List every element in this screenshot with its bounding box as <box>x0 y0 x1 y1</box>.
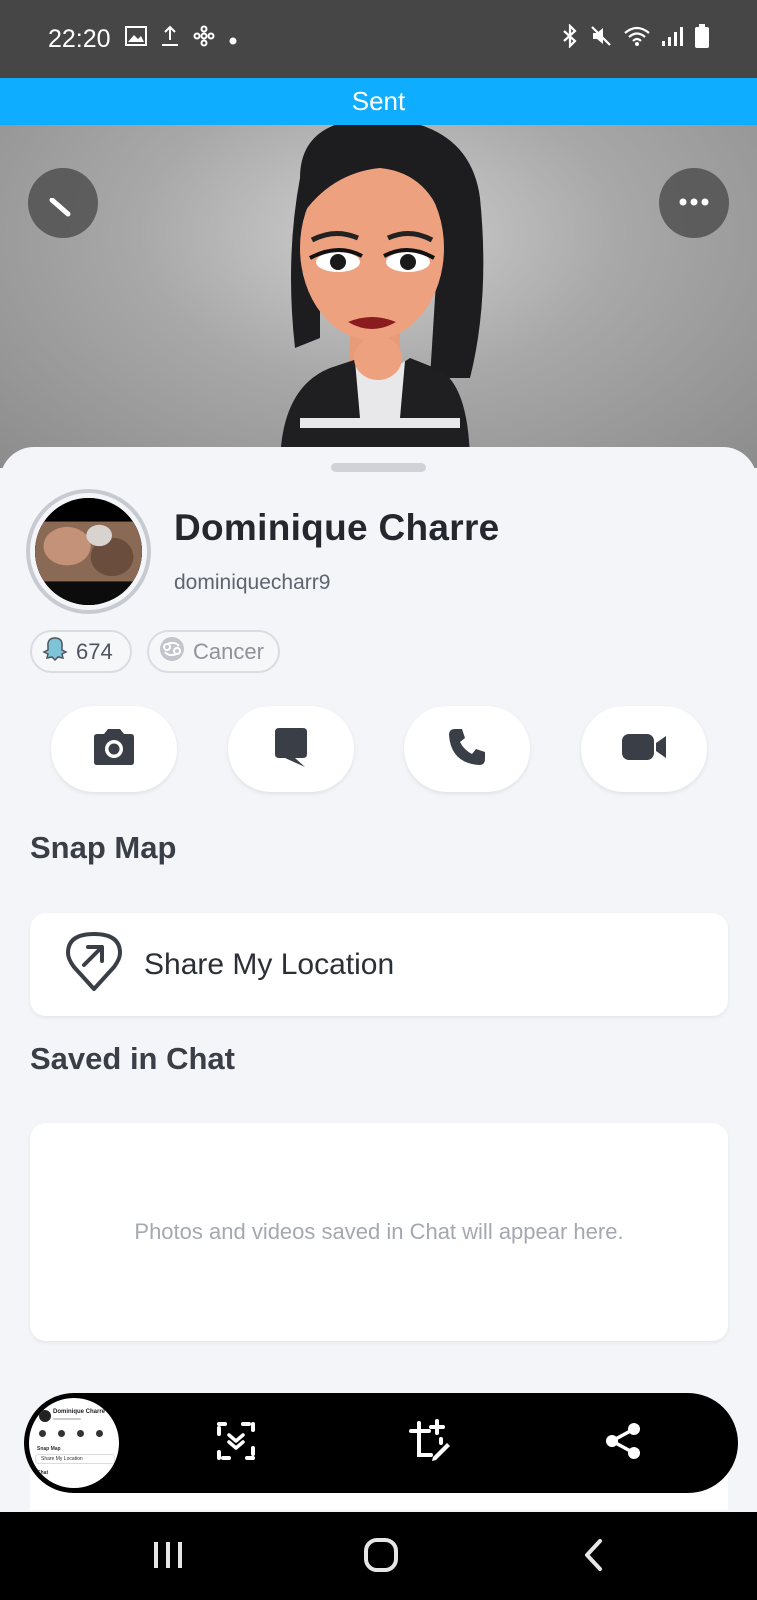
home-icon <box>363 1537 399 1578</box>
thumbnail-name: Dominique Charre <box>53 1409 106 1415</box>
avatar-photo <box>35 498 142 605</box>
status-bar: 22:20 <box>0 0 757 78</box>
thumbnail-avatar <box>39 1410 51 1422</box>
nav-back-button[interactable] <box>564 1534 624 1580</box>
recents-button[interactable] <box>138 1534 198 1580</box>
system-nav-bar <box>0 1512 757 1600</box>
chat-icon <box>271 726 311 773</box>
call-button[interactable] <box>404 706 530 792</box>
signal-icon <box>661 25 685 53</box>
gallery-icon <box>124 26 147 52</box>
snap-score-value: 674 <box>76 638 113 664</box>
saved-in-chat-title: Saved in Chat <box>30 1041 235 1076</box>
share-location-label: Share My Location <box>144 947 395 981</box>
profile-avatar[interactable] <box>26 489 151 614</box>
profile-username: dominiquecharr9 <box>174 571 331 594</box>
mute-icon <box>589 24 613 54</box>
saved-in-chat-card: Photos and videos saved in Chat will app… <box>30 1123 728 1341</box>
back-icon <box>582 1538 606 1577</box>
crop-edit-button[interactable] <box>404 1418 454 1468</box>
zodiac-label: Cancer <box>193 638 264 664</box>
recents-icon <box>151 1540 185 1575</box>
location-arrow-icon <box>66 931 122 998</box>
thumbnail-section: Snap Map <box>37 1446 61 1452</box>
profile-hero <box>0 78 757 468</box>
share-icon <box>603 1421 643 1466</box>
upload-icon <box>161 25 179 53</box>
more-options-button[interactable] <box>659 168 729 238</box>
video-call-button[interactable] <box>581 706 707 792</box>
thumbnail-chat: Chat <box>37 1470 49 1476</box>
phone-icon <box>447 727 487 772</box>
screenshot-thumbnail[interactable]: Dominique Charre Snap Map Share My Locat… <box>26 1395 122 1491</box>
crop-edit-icon <box>407 1418 451 1468</box>
status-left-icons <box>124 25 237 53</box>
dot-icon <box>229 28 237 51</box>
saved-empty-message: Photos and videos saved in Chat will app… <box>134 1219 624 1244</box>
profile-name: Dominique Charre <box>174 507 500 548</box>
snap-map-title: Snap Map <box>30 830 177 865</box>
home-button[interactable] <box>351 1534 411 1580</box>
drag-handle[interactable] <box>331 463 426 472</box>
cancer-zodiac-icon <box>159 636 185 668</box>
snap-score-pill[interactable]: 674 <box>30 630 132 673</box>
scan-button[interactable] <box>211 1418 261 1468</box>
zodiac-pill[interactable]: Cancer <box>147 630 280 673</box>
ghost-icon <box>42 636 68 668</box>
bitmoji-avatar <box>280 118 484 468</box>
thumbnail-location: Share My Location <box>41 1456 83 1462</box>
screenshot-toolbar: Dominique Charre Snap Map Share My Locat… <box>24 1393 738 1493</box>
camera-icon <box>90 727 138 772</box>
scan-icon <box>215 1420 257 1467</box>
battery-icon <box>695 24 709 54</box>
share-button[interactable] <box>598 1418 648 1468</box>
share-location-card[interactable]: Share My Location <box>30 913 728 1016</box>
wifi-icon <box>623 25 651 53</box>
pinwheel-icon <box>193 25 215 53</box>
video-icon <box>620 731 668 768</box>
camera-button[interactable] <box>51 706 177 792</box>
sent-banner: Sent <box>0 78 757 125</box>
bluetooth-icon <box>561 23 579 54</box>
thumbnail-actions <box>39 1430 103 1437</box>
status-right-icons <box>561 23 709 54</box>
thumbnail-username-line <box>53 1418 81 1420</box>
chat-button[interactable] <box>228 706 354 792</box>
back-button[interactable] <box>28 168 98 238</box>
status-time: 22:20 <box>48 24 111 53</box>
